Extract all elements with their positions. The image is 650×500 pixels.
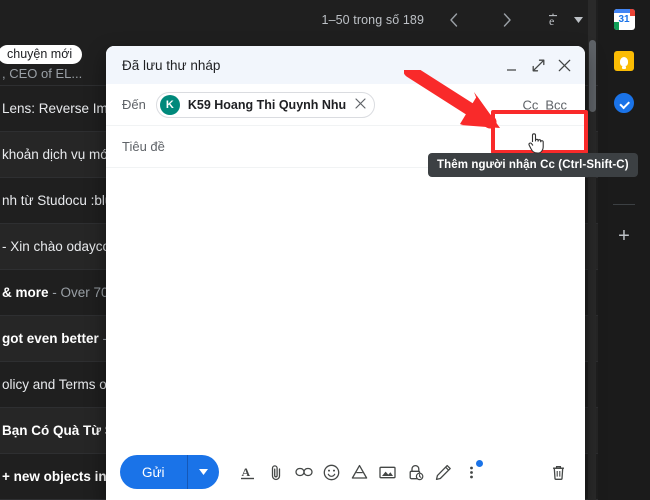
list-item-text: got even better - xyxy=(0,331,107,346)
compose-title: Đã lưu thư nháp xyxy=(122,58,499,73)
prev-page-button[interactable] xyxy=(438,5,468,35)
image-icon[interactable] xyxy=(375,457,401,487)
list-item-text: - Xin chào odayco xyxy=(0,239,110,254)
more-options-badge xyxy=(476,460,483,467)
add-app-button[interactable]: + xyxy=(613,225,635,247)
more-options-icon[interactable] xyxy=(459,457,485,487)
message-count: 1–50 trong số 189 xyxy=(322,13,424,27)
fullscreen-icon[interactable] xyxy=(525,52,551,78)
emoji-icon[interactable] xyxy=(319,457,345,487)
send-button[interactable]: Gửi xyxy=(120,455,219,489)
close-icon[interactable] xyxy=(551,52,577,78)
list-item-text: olicy and Terms o xyxy=(0,377,107,392)
send-label: Gửi xyxy=(120,465,187,480)
rail-divider xyxy=(613,204,635,205)
cc-bcc-controls: Cc Bcc xyxy=(522,97,567,112)
screen-root: 1–50 trong số 189 e chuyện mới , CEO of … xyxy=(0,0,650,500)
recipient-chip[interactable]: K K59 Hoang Thi Quynh Nhu xyxy=(156,92,375,118)
pen-icon[interactable] xyxy=(431,457,457,487)
side-app-rail: 31 + xyxy=(598,0,650,500)
google-keep-icon[interactable] xyxy=(613,50,635,72)
bcc-button[interactable]: Bcc xyxy=(545,97,567,112)
send-options-chevron-down-icon[interactable] xyxy=(188,468,219,477)
compose-header[interactable]: Đã lưu thư nháp xyxy=(106,46,585,84)
plus-icon: + xyxy=(618,226,630,246)
vertical-scrollbar[interactable] xyxy=(588,0,596,500)
google-calendar-icon[interactable]: 31 xyxy=(613,8,635,30)
list-item-text: Bạn Có Quà Từ S xyxy=(0,423,114,438)
list-item-sender: got even better xyxy=(2,331,99,346)
paperclip-icon[interactable] xyxy=(263,457,289,487)
recipient-name: K59 Hoang Thi Quynh Nhu xyxy=(188,98,346,112)
list-item-text: nh từ Studocu :blu xyxy=(0,193,112,208)
label-chip: chuyện mới xyxy=(0,45,82,64)
list-item-sender: & more xyxy=(2,285,49,300)
list-item-snippet: - Over 70 xyxy=(49,285,109,300)
list-item-text: khoản dịch vụ mớ xyxy=(0,147,109,162)
mail-toolbar: 1–50 trong số 189 e xyxy=(0,0,598,40)
link-icon[interactable] xyxy=(291,457,317,487)
list-item-sender: + new objects in xyxy=(2,469,107,484)
format-text-icon[interactable]: A xyxy=(235,457,261,487)
calendar-day-number: 31 xyxy=(618,14,629,25)
minimize-icon[interactable] xyxy=(499,52,525,78)
list-item-text: + new objects in xyxy=(0,469,107,484)
scrollbar-thumb[interactable] xyxy=(589,40,596,112)
google-tasks-icon[interactable] xyxy=(613,92,635,114)
list-item-snippet: , CEO of EL... xyxy=(2,66,82,81)
lock-clock-icon[interactable] xyxy=(403,457,429,487)
compose-window: Đã lưu thư nháp Đến K K59 Hoang Thi Quyn… xyxy=(106,46,585,500)
svg-text:A: A xyxy=(242,465,251,479)
input-tools-caret-icon[interactable] xyxy=(568,5,588,35)
remove-recipient-icon[interactable] xyxy=(354,98,366,112)
compose-toolbar: Gửi A xyxy=(106,444,585,500)
discard-draft-icon[interactable] xyxy=(545,457,571,487)
tooltip: Thêm người nhận Cc (Ctrl-Shift-C) xyxy=(428,153,638,177)
list-item-sender: Bạn Có Quà Từ S xyxy=(2,423,114,438)
list-item-text: & more - Over 70 xyxy=(0,285,109,300)
google-drive-icon[interactable] xyxy=(347,457,373,487)
input-tools-icon[interactable]: e xyxy=(540,5,566,35)
list-item-text: Lens: Reverse Ima xyxy=(0,101,115,116)
compose-tool-icons: A xyxy=(235,457,485,487)
cc-button[interactable]: Cc xyxy=(522,97,538,112)
subject-input[interactable]: Tiêu đề xyxy=(122,139,165,154)
next-page-button[interactable] xyxy=(492,5,522,35)
to-field-row[interactable]: Đến K K59 Hoang Thi Quynh Nhu Cc Bcc xyxy=(106,84,585,126)
message-body-input[interactable] xyxy=(106,168,585,444)
avatar: K xyxy=(160,95,180,115)
to-label: Đến xyxy=(122,97,146,112)
